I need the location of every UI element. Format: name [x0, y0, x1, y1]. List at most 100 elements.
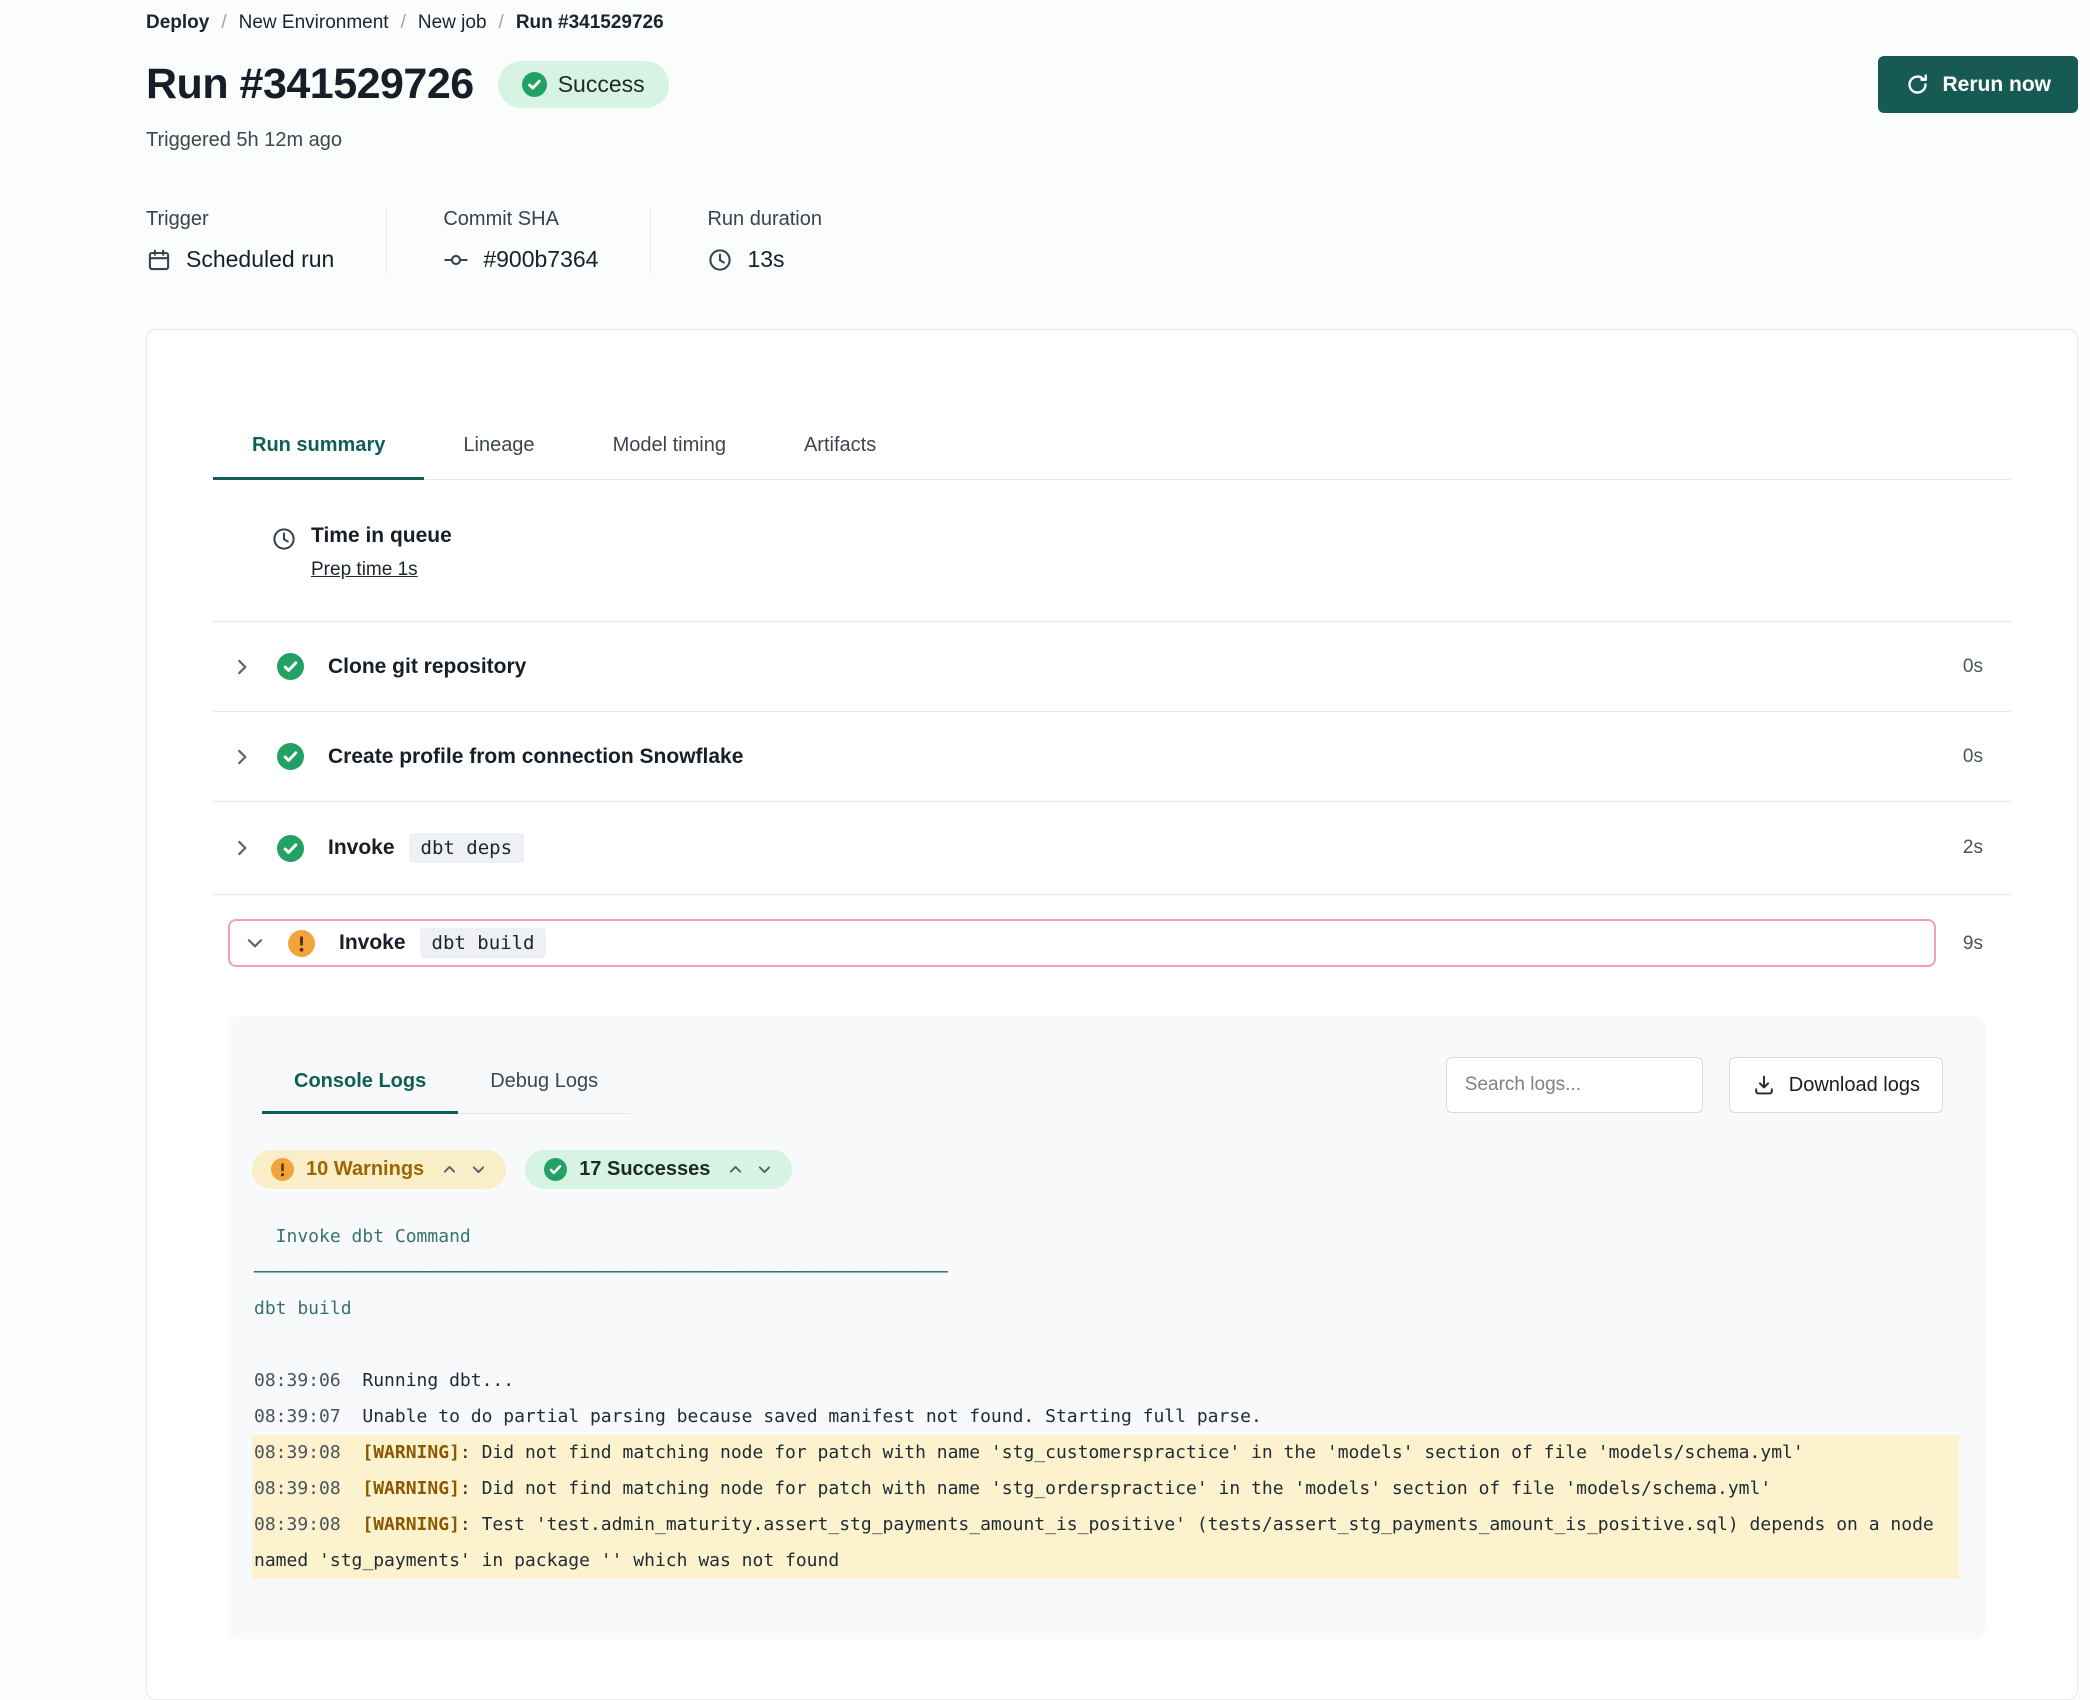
commit-icon: [443, 247, 469, 273]
logs-panel: Console Logs Debug Logs Download logs: [228, 1016, 1985, 1639]
warnings-nav: [441, 1161, 487, 1178]
tab-console-logs[interactable]: Console Logs: [262, 1056, 458, 1114]
breadcrumb-separator: /: [499, 12, 504, 34]
logs-header: Console Logs Debug Logs Download logs: [228, 1056, 1985, 1114]
chevron-right-icon[interactable]: [231, 837, 253, 859]
breadcrumb-separator: /: [221, 12, 226, 34]
step-duration: 0s: [1963, 656, 1983, 678]
rerun-now-button[interactable]: Rerun now: [1878, 56, 2079, 113]
run-detail-card: Run summary Lineage Model timing Artifac…: [146, 329, 2078, 1700]
step-title: Create profile from connection Snowflake: [328, 745, 743, 769]
tab-artifacts[interactable]: Artifacts: [765, 418, 915, 480]
breadcrumb-item-new-job[interactable]: New job: [418, 12, 487, 34]
download-logs-label: Download logs: [1789, 1074, 1920, 1097]
log-line-command-title: Invoke dbt Command: [252, 1219, 1959, 1255]
log-message: Unable to do partial parsing because sav…: [362, 1406, 1261, 1427]
time-in-queue-section: Time in queue Prep time 1s: [213, 480, 2011, 622]
success-check-icon: [277, 653, 304, 680]
breadcrumb-separator: /: [401, 12, 406, 34]
breadcrumb-item-new-environment[interactable]: New Environment: [239, 12, 389, 34]
warning-tag: [WARNING]: [362, 1478, 460, 1499]
console-log-output: Invoke dbt Command ─────────────────────…: [228, 1219, 1985, 1579]
status-badge-label: Success: [558, 71, 645, 98]
step-duration: 0s: [1963, 746, 1983, 768]
success-check-icon: [522, 72, 547, 97]
log-line-command: dbt build: [252, 1291, 1959, 1327]
chevron-down-icon[interactable]: [470, 1161, 487, 1178]
warning-tag: [WARNING]: [362, 1442, 460, 1463]
log-timestamp: 08:39:08: [254, 1514, 341, 1535]
page-header: Run #341529726 Success Rerun now: [146, 56, 2078, 113]
breadcrumb: Deploy / New Environment / New job / Run…: [146, 12, 2078, 34]
log-line-warning: 08:39:08[WARNING]: Did not find matching…: [252, 1435, 1959, 1471]
step-clone-git-repository[interactable]: Clone git repository 0s: [213, 622, 2011, 712]
successes-count-badge[interactable]: 17 Successes: [525, 1150, 792, 1189]
step-title: Invoke: [328, 836, 395, 860]
log-message: Running dbt...: [362, 1370, 514, 1391]
step-invoke-dbt-build-header[interactable]: Invoke dbt build: [228, 919, 1936, 967]
run-meta: Trigger Scheduled run Commit SHA #900b73…: [146, 208, 2078, 273]
tab-lineage[interactable]: Lineage: [424, 418, 573, 480]
log-message: : Did not find matching node for patch w…: [460, 1478, 1771, 1499]
tab-debug-logs[interactable]: Debug Logs: [458, 1056, 630, 1114]
step-title: Invoke: [339, 931, 406, 955]
tab-run-summary[interactable]: Run summary: [213, 418, 424, 480]
download-icon: [1752, 1073, 1776, 1097]
step-command-chip: dbt deps: [409, 833, 525, 863]
step-title: Clone git repository: [328, 655, 526, 679]
step-create-profile-snowflake[interactable]: Create profile from connection Snowflake…: [213, 712, 2011, 802]
log-actions: Download logs: [1446, 1057, 1943, 1113]
step-invoke-dbt-deps[interactable]: Invoke dbt deps 2s: [213, 802, 2011, 895]
step-duration: 2s: [1963, 837, 1983, 859]
meta-trigger-label: Trigger: [146, 208, 334, 231]
breadcrumb-item-deploy[interactable]: Deploy: [146, 12, 209, 34]
log-tabs: Console Logs Debug Logs: [262, 1056, 630, 1114]
warnings-count-badge[interactable]: 10 Warnings: [252, 1150, 506, 1189]
success-check-icon: [277, 835, 304, 862]
chevron-up-icon[interactable]: [727, 1161, 744, 1178]
chevron-up-icon[interactable]: [441, 1161, 458, 1178]
run-page: Deploy / New Environment / New job / Run…: [0, 0, 2090, 1700]
step-command-chip: dbt build: [420, 928, 547, 958]
triggered-timestamp: Triggered 5h 12m ago: [146, 129, 2078, 152]
chevron-right-icon[interactable]: [231, 656, 253, 678]
prep-time-link[interactable]: Prep time 1s: [311, 559, 418, 581]
log-count-badges: 10 Warnings 17 Successes: [252, 1150, 1985, 1189]
warnings-count-label: 10 Warnings: [306, 1158, 424, 1181]
meta-trigger-value: Scheduled run: [186, 246, 334, 273]
success-check-icon: [277, 743, 304, 770]
breadcrumb-item-current-run: Run #341529726: [516, 12, 664, 34]
log-line-warning: 08:39:08[WARNING]: Test 'test.admin_matu…: [252, 1507, 1959, 1579]
meta-commit-value: #900b7364: [483, 246, 598, 273]
successes-nav: [727, 1161, 773, 1178]
warning-icon: [271, 1158, 294, 1181]
warning-icon: [288, 930, 315, 957]
clock-icon: [707, 247, 733, 273]
log-line: 08:39:06Running dbt...: [252, 1363, 1959, 1399]
meta-commit-sha: Commit SHA #900b7364: [386, 208, 650, 273]
chevron-down-icon[interactable]: [244, 932, 266, 954]
download-logs-button[interactable]: Download logs: [1729, 1057, 1943, 1113]
run-tabs: Run summary Lineage Model timing Artifac…: [213, 418, 2011, 480]
step-invoke-dbt-build: Invoke dbt build 9s Console Logs Debug L…: [213, 895, 2011, 1639]
step-duration: 9s: [1963, 933, 1983, 955]
log-line: 08:39:07 Unable to do partial parsing bec…: [252, 1399, 1959, 1435]
log-message: : Test 'test.admin_maturity.assert_stg_p…: [254, 1514, 1945, 1571]
meta-duration-label: Run duration: [707, 208, 822, 231]
tab-model-timing[interactable]: Model timing: [574, 418, 765, 480]
chevron-down-icon[interactable]: [756, 1161, 773, 1178]
log-line-divider: ────────────────────────────────────────…: [252, 1255, 1959, 1291]
successes-count-label: 17 Successes: [579, 1158, 710, 1181]
log-timestamp: 08:39:07: [254, 1406, 341, 1427]
chevron-right-icon[interactable]: [231, 746, 253, 768]
meta-run-duration: Run duration 13s: [650, 208, 874, 273]
success-check-icon: [544, 1158, 567, 1181]
search-logs-input[interactable]: [1446, 1057, 1703, 1113]
log-message: : Did not find matching node for patch w…: [460, 1442, 1804, 1463]
rerun-now-label: Rerun now: [1943, 73, 2052, 97]
log-timestamp: 08:39:08: [254, 1478, 341, 1499]
meta-commit-label: Commit SHA: [443, 208, 598, 231]
status-badge: Success: [498, 61, 669, 108]
log-line-blank: [252, 1327, 1959, 1363]
log-line-warning: 08:39:08 [WARNING]: Did not find matching…: [252, 1471, 1959, 1507]
